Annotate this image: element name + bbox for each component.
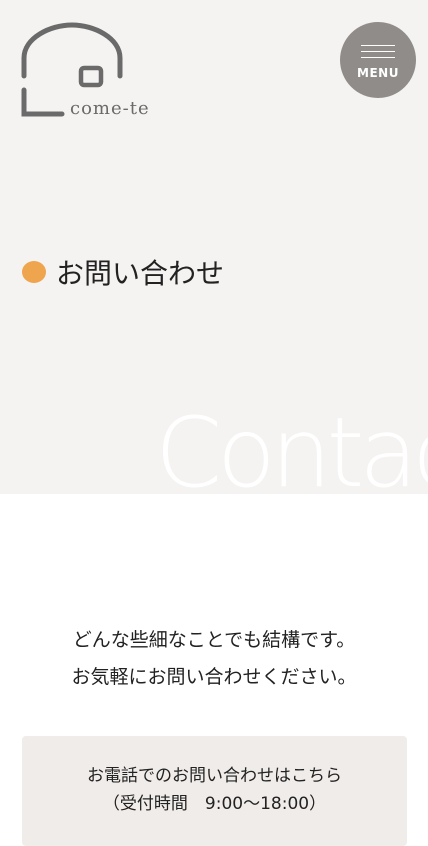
page-heading: お問い合わせ [22, 252, 224, 292]
phone-contact-heading: お電話でのお問い合わせはこちら [87, 766, 342, 786]
intro-text: どんな些細なことでも結構です。 お気軽にお問い合わせください。 [0, 622, 428, 696]
hamburger-menu-icon-line [361, 57, 395, 58]
menu-label: MENU [357, 66, 399, 80]
hamburger-menu-icon-line [361, 51, 395, 52]
menu-button[interactable]: MENU [340, 22, 416, 98]
logo-text: come-te [70, 98, 150, 119]
orange-dot-icon [22, 261, 46, 283]
page-title: お問い合わせ [56, 257, 225, 290]
background-watermark-word: Contact [155, 397, 428, 494]
site-logo[interactable]: come-te [18, 18, 168, 128]
intro-line-1: どんな些細なことでも結構です。 [72, 629, 356, 651]
phone-contact-box[interactable]: お電話でのお問い合わせはこちら （受付時間 9:00〜18:00） [22, 736, 407, 846]
phone-business-hours: （受付時間 9:00〜18:00） [102, 794, 327, 814]
hero-section: come-te MENU お問い合わせ Contact [0, 0, 428, 494]
phone-contact-text: お電話でのお問い合わせはこちら （受付時間 9:00〜18:00） [22, 762, 407, 818]
hamburger-menu-icon [361, 45, 395, 46]
intro-line-2: お気軽にお問い合わせください。 [71, 666, 357, 688]
